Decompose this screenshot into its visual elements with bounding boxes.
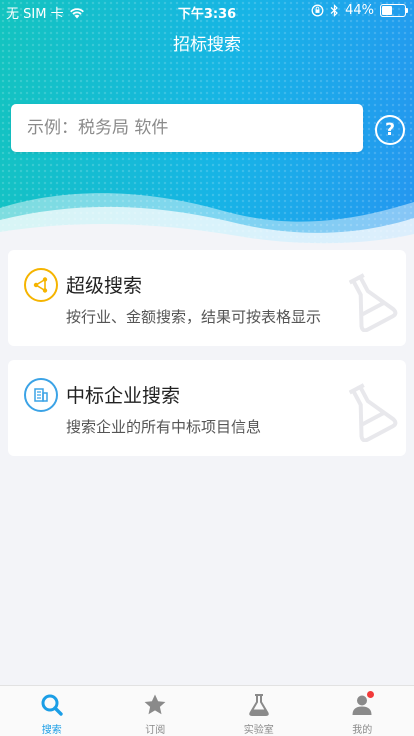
search-icon bbox=[41, 694, 63, 716]
card-super-search[interactable]: 超级搜索 按行业、金额搜索，结果可按表格显示 bbox=[8, 250, 406, 346]
rotation-lock-icon bbox=[311, 4, 324, 17]
tab-label: 搜索 bbox=[41, 725, 62, 736]
card-title: 中标企业搜索 bbox=[66, 385, 181, 407]
search-input[interactable] bbox=[11, 117, 349, 139]
battery-percent: 44% bbox=[345, 3, 374, 18]
tab-mine[interactable]: 我的 bbox=[311, 686, 414, 736]
tab-label: 实验室 bbox=[243, 725, 274, 736]
card-desc: 搜索企业的所有中标项目信息 bbox=[66, 418, 262, 436]
tab-label: 我的 bbox=[352, 725, 373, 736]
help-icon[interactable]: ? bbox=[375, 115, 405, 145]
tab-subscribe[interactable]: 订阅 bbox=[104, 686, 208, 736]
battery-fill bbox=[382, 6, 392, 15]
wave-decoration bbox=[0, 193, 414, 250]
building-icon bbox=[24, 378, 58, 412]
card-company-search[interactable]: 中标企业搜索 搜索企业的所有中标项目信息 bbox=[8, 360, 406, 456]
search-box[interactable] bbox=[11, 104, 363, 152]
tab-search[interactable]: 搜索 bbox=[0, 686, 104, 736]
page-title: 招标搜索 bbox=[173, 35, 241, 55]
bluetooth-icon bbox=[330, 4, 338, 17]
flask-watermark-icon bbox=[348, 383, 398, 442]
tab-bar: 搜索 订阅 实验室 我的 bbox=[0, 685, 414, 736]
share-icon bbox=[24, 268, 58, 302]
flask-watermark-icon bbox=[348, 273, 398, 332]
card-title: 超级搜索 bbox=[66, 275, 143, 297]
tab-label: 订阅 bbox=[145, 725, 166, 736]
card-desc: 按行业、金额搜索，结果可按表格显示 bbox=[66, 308, 322, 326]
battery-icon bbox=[380, 4, 408, 17]
star-icon bbox=[144, 694, 166, 715]
flask-icon bbox=[249, 694, 269, 716]
tab-lab[interactable]: 实验室 bbox=[207, 686, 311, 736]
status-bar: 无 SIM 卡 下午3:36 44% bbox=[0, 0, 414, 22]
